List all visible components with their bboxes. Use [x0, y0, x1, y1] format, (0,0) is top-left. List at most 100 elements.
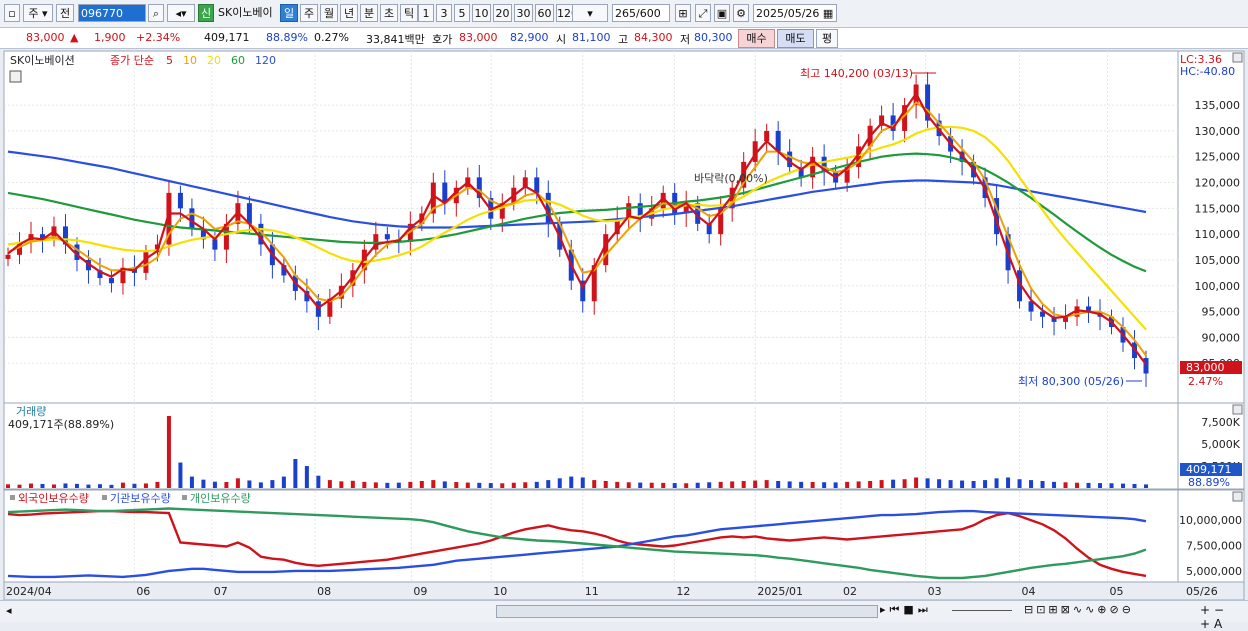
- interval-button-10[interactable]: 10: [472, 4, 491, 22]
- candle-type-icon[interactable]: ⊞: [675, 4, 691, 22]
- zoom-slider[interactable]: [952, 610, 1012, 611]
- midline-annotation: 바닥락(0,00%): [694, 172, 768, 185]
- x-tick-label: 06: [136, 585, 150, 598]
- candle-body: [5, 254, 11, 259]
- period-button-0[interactable]: 일: [280, 4, 298, 22]
- volume-bar: [1040, 480, 1045, 488]
- volume-bar: [189, 476, 194, 488]
- volume-bar: [914, 477, 919, 488]
- holdings-panel-close-icon[interactable]: [1232, 491, 1243, 502]
- stock-code-input[interactable]: 096770: [78, 4, 146, 22]
- scroll-bar[interactable]: ◂ ▸⏮■⏭ ⊟⊡⊞⊠∿∿⊕⊘⊖ +−+A: [0, 600, 1248, 631]
- volume-bar: [281, 476, 286, 488]
- period-button-2[interactable]: 월: [320, 4, 338, 22]
- price-panel-close-icon[interactable]: [1232, 52, 1243, 63]
- open-price: 81,100: [572, 31, 611, 44]
- zoom-buttons-icon[interactable]: +−+A: [1200, 603, 1248, 631]
- candle-body: [108, 278, 114, 284]
- period-button-1[interactable]: 주: [300, 4, 318, 22]
- volume-bar: [109, 484, 114, 488]
- period-button-6[interactable]: 틱: [400, 4, 418, 22]
- volume-bar: [569, 476, 574, 488]
- buy-button[interactable]: 매수: [738, 29, 775, 48]
- period-button-5[interactable]: 초: [380, 4, 398, 22]
- volume-bar: [97, 484, 102, 488]
- scroll-left-icon[interactable]: ◂: [6, 604, 12, 617]
- draw-tool-icon[interactable]: ⤢: [695, 4, 711, 22]
- volume-bar: [350, 480, 355, 488]
- low-label: 저: [680, 33, 691, 46]
- period-button-3[interactable]: 년: [340, 4, 358, 22]
- period-select[interactable]: 주 ▾: [23, 4, 53, 22]
- volume-bar: [454, 482, 459, 488]
- holdings-legend-marker: [102, 495, 107, 500]
- volume-panel-close-icon[interactable]: [1232, 404, 1243, 415]
- interval-button-20[interactable]: 20: [493, 4, 512, 22]
- holdings-tick-label: 7,500,000: [1186, 540, 1242, 553]
- speaker-icon[interactable]: ◂▾: [167, 4, 195, 22]
- volume-bar: [132, 483, 137, 488]
- volume-bar: [948, 480, 953, 488]
- volume-bar: [28, 483, 33, 488]
- volume-bar: [868, 480, 873, 488]
- volume-bar: [626, 482, 631, 488]
- volume-bar: [327, 480, 332, 488]
- bar-total: /600: [636, 7, 661, 20]
- last-change-label: 2.47%: [1188, 375, 1223, 388]
- price-tick-label: 100,000: [1195, 280, 1241, 293]
- volume-title: 거래량: [16, 405, 46, 418]
- current-price: 83,000: [26, 31, 65, 44]
- volume-bar: [534, 481, 539, 488]
- volume-bar: [1086, 482, 1091, 488]
- volume-bar: [523, 482, 528, 488]
- price-tick-label: 135,000: [1195, 99, 1241, 112]
- search-icon[interactable]: ⌕: [148, 4, 164, 22]
- view-tools-icon[interactable]: ⊟⊡⊞⊠∿∿⊕⊘⊖: [1024, 603, 1134, 616]
- prev-button[interactable]: 전: [56, 4, 74, 22]
- interval-button-5[interactable]: 5: [454, 4, 470, 22]
- volume-bar: [465, 482, 470, 488]
- interval-button-60[interactable]: 60: [535, 4, 554, 22]
- sell-button[interactable]: 매도: [777, 29, 814, 48]
- interval-select[interactable]: ▾: [572, 4, 608, 22]
- low-annotation: 최저 80,300 (05/26): [1018, 375, 1124, 388]
- volume-bar: [1132, 483, 1137, 488]
- period-button-4[interactable]: 분: [360, 4, 378, 22]
- chart-area[interactable]: 135,000 130,000 125,000 120,000 115,000 110,0…: [0, 49, 1248, 601]
- x-tick-label: 12: [676, 585, 690, 598]
- playback-controls-icon[interactable]: ▸⏮■⏭: [880, 603, 932, 617]
- bid-price: 82,900: [510, 31, 549, 44]
- volume-bar: [983, 480, 988, 488]
- table-toggle-icon[interactable]: [9, 70, 22, 83]
- volume-tick-label: 7,500K: [1201, 416, 1240, 429]
- volume-bar: [822, 482, 827, 488]
- volume-bar: [143, 483, 148, 488]
- last-volume-ratio: 88.89%: [1188, 476, 1230, 489]
- volume-bar: [270, 480, 275, 488]
- volume-bar: [258, 482, 263, 488]
- price-tick-label: 130,000: [1195, 125, 1241, 138]
- volume-bar: [63, 483, 68, 488]
- price-legend-label: 종가 단순: [110, 54, 154, 67]
- x-tick-label: 02: [843, 585, 857, 598]
- chart-menu-icon[interactable]: ▫: [4, 4, 20, 22]
- bar-count-input[interactable]: 265/600: [612, 4, 670, 22]
- save-icon[interactable]: ▣: [714, 4, 730, 22]
- holdings-legend-label: 개인보유수량: [190, 492, 251, 505]
- interval-button-3[interactable]: 3: [436, 4, 452, 22]
- interval-button-1[interactable]: 1: [418, 4, 434, 22]
- price-change-pct: +2.34%: [136, 31, 181, 44]
- volume-bar: [592, 480, 597, 488]
- volume-bar: [937, 479, 942, 488]
- high-annotation: 최고 140,200 (03/13): [800, 67, 913, 80]
- settings-icon[interactable]: ⚙: [733, 4, 749, 22]
- scroll-thumb[interactable]: [496, 605, 878, 618]
- volume-bar: [615, 481, 620, 488]
- date-input[interactable]: 2025/05/26 ▦: [753, 4, 837, 22]
- volume-bar: [753, 480, 758, 488]
- volume-subtitle: 409,171주(88.89%): [8, 418, 114, 431]
- holdings-tick-label: 5,000,000: [1186, 565, 1242, 578]
- ma-legend-5: 5: [166, 54, 173, 67]
- interval-button-30[interactable]: 30: [514, 4, 533, 22]
- average-button[interactable]: 평: [816, 29, 838, 48]
